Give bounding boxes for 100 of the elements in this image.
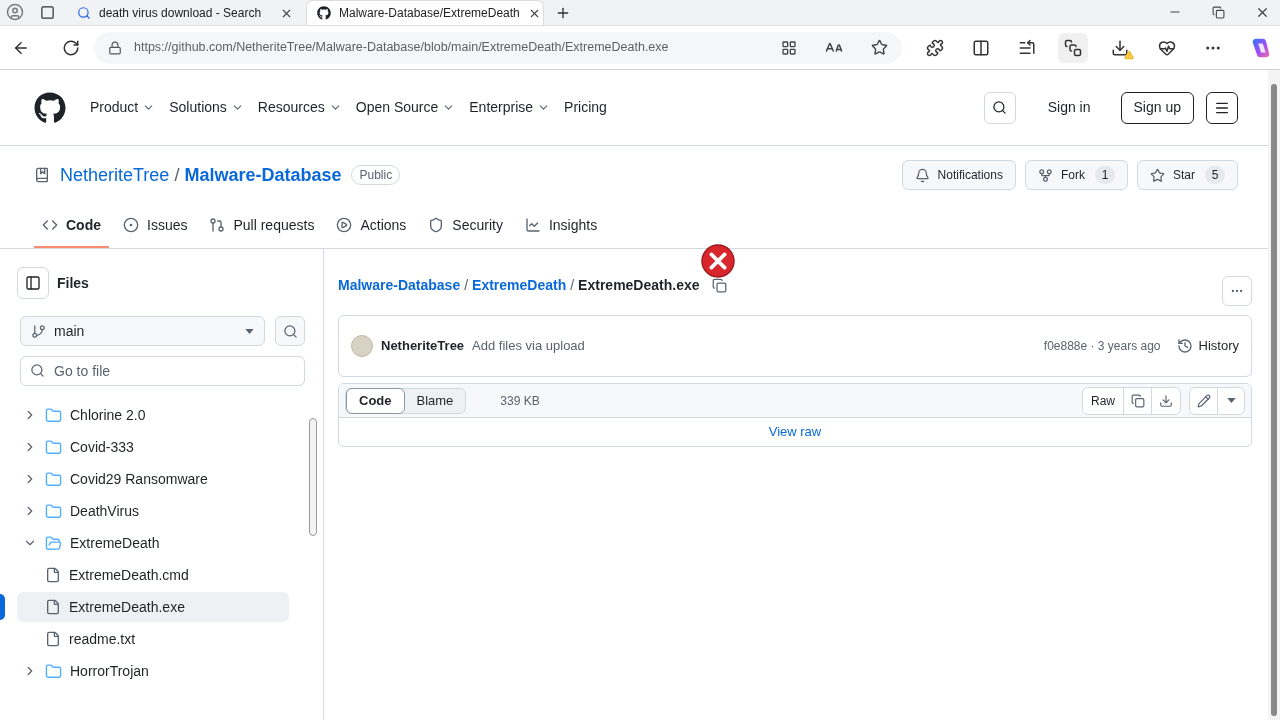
browser-tab[interactable]: death virus download - Search [67,1,303,25]
nav-menu-item[interactable]: Pricing [564,97,607,118]
browser-tab[interactable]: Malware-Database/ExtremeDeath [307,1,543,25]
panel-title: Files [57,273,89,293]
folder-icon [45,502,62,520]
restore-icon[interactable] [1212,5,1225,19]
branch-selector[interactable]: main [20,316,265,346]
count-label: 1 [1095,166,1115,184]
nav-menu-item[interactable]: Open Source [355,97,456,118]
new-tab-icon[interactable] [555,5,571,21]
code-icon [42,217,58,233]
scrollbar-thumb[interactable] [1271,84,1277,716]
repo-tab[interactable]: Issues [115,204,196,248]
folder-item[interactable]: Covid-333 [17,432,289,462]
menu-button[interactable] [1206,91,1238,124]
side-panel-icon [25,275,41,291]
caret-down-icon [245,328,254,334]
nav-menu-item[interactable]: Resources [257,97,342,118]
view-tab[interactable]: Code [346,387,405,414]
repo-tab[interactable]: Security [420,204,511,248]
commit-author-link[interactable]: NetheriteTree [381,336,465,356]
repo-owner-link[interactable]: NetheriteTree [60,161,170,189]
warning-icon [1124,49,1134,60]
commit-meta: f0e888e · 3 years ago [1043,338,1161,355]
reload-icon[interactable] [62,38,80,57]
folder-item[interactable]: ExtremeDeath [17,528,289,558]
nav-menu-item[interactable]: Enterprise [469,97,551,118]
commit-message: Add files via upload [472,337,585,356]
repo-tab[interactable]: Pull requests [201,204,323,248]
puzzle-icon[interactable] [926,38,944,57]
bell-icon [914,167,930,183]
square-icon[interactable] [40,4,55,20]
notifications-button[interactable]: Notifications [901,160,1016,190]
folder-icon [45,470,62,488]
history-link[interactable]: History [1176,336,1239,356]
folder-item[interactable]: Covid29 Ransomware [17,464,289,494]
file-size: 339 KB [500,392,540,410]
nav-menu-item[interactable]: Solutions [169,97,244,118]
selection-indicator [0,594,5,620]
branch-icon [31,323,46,339]
list-arrow-icon[interactable] [1018,38,1036,57]
count-label: 5 [1205,166,1225,184]
folder-icon [45,662,62,680]
file-icon [45,567,61,583]
profile-icon[interactable] [6,3,24,21]
favorite-star-icon[interactable] [871,39,888,56]
url-text: https://github.com/NetheriteTree/Malware-Database/blob/main/ExtremeDeath/ExtremeDeath.exe [134,39,670,57]
file-name: ExtremeDeath.exe [578,275,700,295]
star-button[interactable]: Star 5 [1137,160,1238,190]
toolbar-button[interactable] [1058,32,1088,63]
file-icon [45,599,61,615]
fork-button[interactable]: Fork 1 [1025,160,1128,190]
repo-tab[interactable]: Code [34,204,109,248]
circle-dot-icon [123,217,139,233]
copy-icon[interactable] [711,277,727,293]
github-logo-icon [317,6,331,20]
pencil-icon [1196,393,1211,408]
github-logo-icon[interactable] [34,91,66,124]
search-icon [77,6,91,20]
repo-name-link[interactable]: Malware-Database [184,161,342,189]
file-item[interactable]: ExtremeDeath.exe [17,592,289,622]
search-button[interactable] [983,91,1016,124]
folder-open-icon [45,534,62,552]
sign-in-link[interactable]: Sign in [1047,97,1091,118]
file-item[interactable]: readme.txt [17,624,289,654]
search-icon [30,363,45,378]
view-raw-link[interactable]: View raw [768,422,822,442]
pull-request-icon [209,217,226,233]
search-icon [282,323,298,339]
grid-icon[interactable] [781,39,797,56]
address-bar[interactable]: https://github.com/NetheriteTree/Malware-Database/blob/main/ExtremeDeath/ExtremeDeath.exe [94,31,902,64]
lock-icon [108,40,122,55]
folder-item[interactable]: DeathVirus [17,496,289,526]
file-item[interactable]: ExtremeDeath.cmd [17,560,289,590]
download-icon [1111,38,1129,57]
view-tab[interactable]: Blame [404,387,466,414]
play-circle-icon [336,217,353,233]
avatar-icon [351,335,373,357]
go-to-file-field[interactable]: Go to file [20,356,305,386]
search-button[interactable] [275,316,305,346]
side-panel-button[interactable] [17,267,49,299]
download-icon [1159,393,1173,408]
split-screen-icon[interactable] [972,38,990,57]
squares-icon [1064,38,1082,57]
breadcrumb-link[interactable]: Malware-Database [338,274,461,296]
heart-icon[interactable] [1158,38,1176,57]
fork-icon [1038,167,1053,183]
folder-item[interactable]: Chlorine 2.0 [17,400,289,430]
path-separator: / [174,163,180,187]
file-icon [45,631,61,647]
path-separator: / [464,275,469,295]
assistant-logo-icon[interactable] [1250,36,1272,59]
breadcrumb-link[interactable]: ExtremeDeath [472,274,567,296]
repo-tab[interactable]: Insights [516,204,606,248]
shield-icon [428,217,445,233]
sign-up-button[interactable]: Sign up [1120,91,1194,124]
nav-menu-item[interactable]: Product [90,97,156,118]
chart-line-icon [524,217,541,233]
repo-tab[interactable]: Actions [328,204,415,248]
folder-item[interactable]: HorrorTrojan [17,656,289,686]
